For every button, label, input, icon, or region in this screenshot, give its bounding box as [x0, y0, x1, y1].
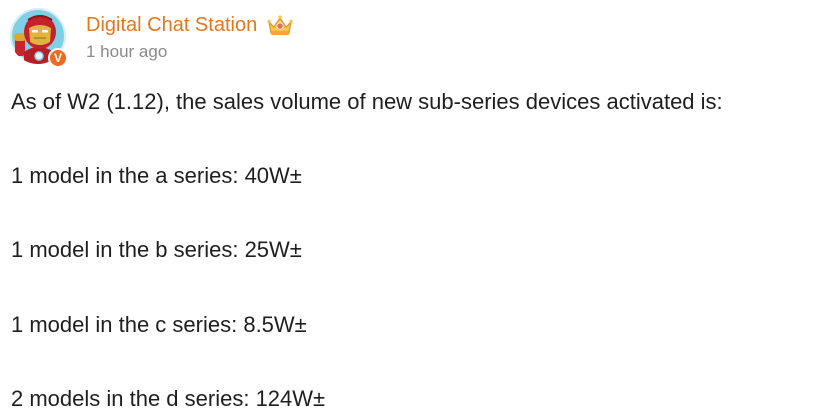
weibo-post: V Digital Chat Station 1 hour ago As of … — [0, 0, 822, 419]
post-timestamp: 1 hour ago — [86, 42, 168, 61]
post-paragraph: 1 model in the b series: 25W± — [11, 237, 302, 262]
author-name-row: Digital Chat Station — [86, 12, 294, 38]
author-name-link[interactable]: Digital Chat Station — [86, 14, 257, 36]
post-paragraph: 1 model in the a series: 40W± — [11, 163, 302, 188]
post-paragraph: 2 models in the d series: 124W± — [11, 386, 326, 411]
crown-badge-icon[interactable] — [266, 13, 294, 37]
post-header: V Digital Chat Station 1 hour ago — [10, 8, 810, 68]
verified-badge-icon: V — [48, 48, 68, 68]
post-paragraph: As of W2 (1.12), the sales volume of new… — [11, 89, 723, 114]
post-paragraph: 1 model in the c series: 8.5W± — [11, 312, 307, 337]
author-avatar[interactable]: V — [10, 8, 68, 68]
